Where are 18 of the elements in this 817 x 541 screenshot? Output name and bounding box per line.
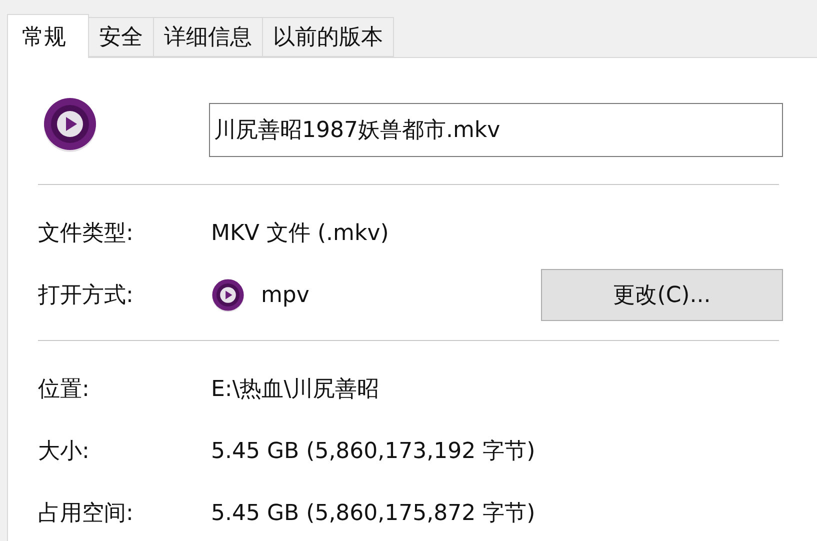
file-name-field[interactable]: 川尻善昭1987妖兽都市.mkv [209, 103, 783, 157]
field-label: 占用空间: [38, 500, 134, 528]
field-value: 5.45 GB (5,860,173,192 字节) [211, 438, 536, 466]
field-value: mpv [261, 282, 310, 308]
play-icon [211, 278, 245, 312]
tab[interactable]: 以前的版本 [262, 17, 394, 57]
field-label: 文件类型: [38, 220, 134, 248]
tab[interactable]: 常规 [7, 14, 89, 58]
field-label: 打开方式: [38, 282, 134, 310]
play-icon [42, 96, 98, 152]
field-value: E:\热血\川尻善昭 [211, 376, 380, 404]
field-value: 5.45 GB (5,860,175,872 字节) [211, 500, 536, 528]
field-label: 大小: [38, 438, 90, 466]
change-button[interactable]: 更改(C)... [541, 269, 783, 321]
tab[interactable]: 详细信息 [153, 17, 263, 57]
tab[interactable]: 安全 [88, 17, 154, 57]
field-value: MKV 文件 (.mkv) [211, 220, 389, 248]
field-label: 位置: [38, 376, 90, 404]
